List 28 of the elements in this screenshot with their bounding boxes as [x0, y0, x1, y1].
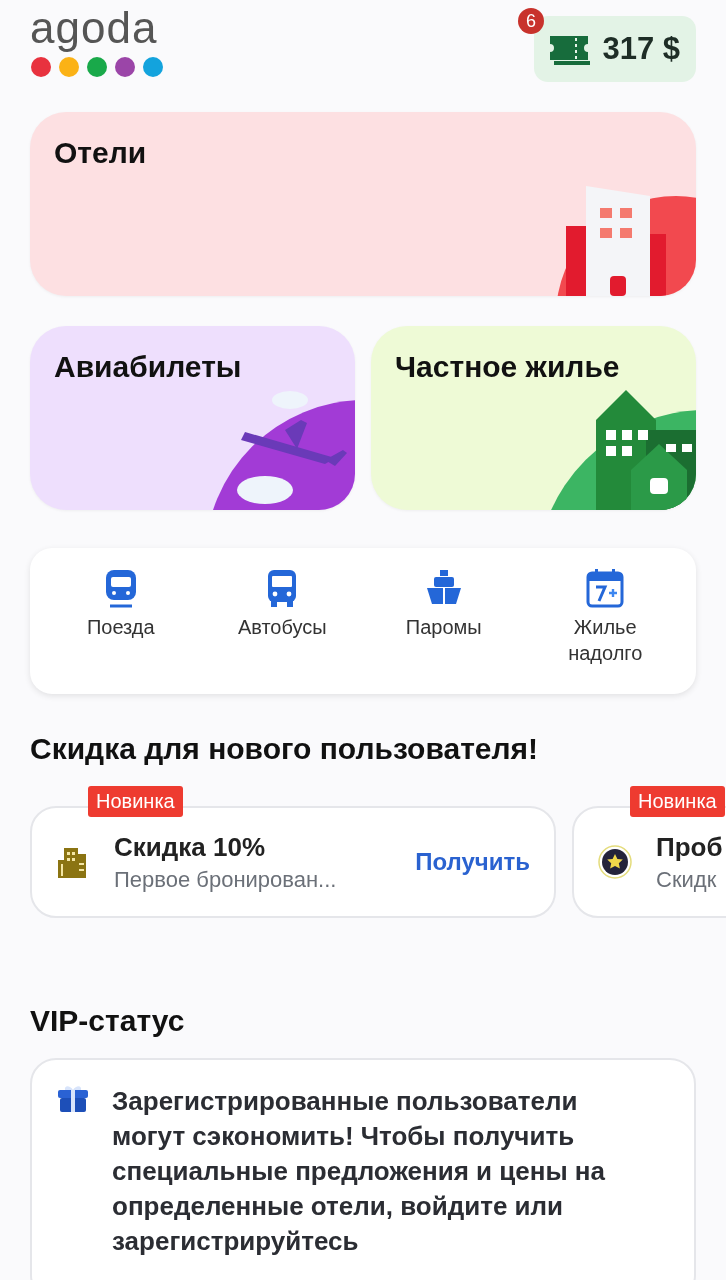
category-label: Авиабилеты	[54, 350, 242, 384]
transport-button[interactable]: Поезда	[50, 568, 191, 676]
star-medal-icon	[598, 845, 632, 879]
logo-text: agoda	[30, 6, 159, 50]
category-label: Частное жилье	[395, 350, 620, 384]
section-heading: VIP-статус	[30, 1004, 186, 1038]
train-icon	[103, 568, 138, 608]
get-button[interactable]: Получить	[415, 848, 530, 876]
new-badge: Новинка	[88, 786, 183, 817]
promo-subtitle: Первое бронирован...	[114, 866, 338, 893]
transport-button[interactable]: Жилье надолго	[535, 568, 676, 676]
new-badge: Новинка	[630, 786, 725, 817]
promo-subtitle: Скидк	[656, 866, 718, 893]
calendar-icon	[585, 568, 626, 608]
gift-icon	[56, 1084, 90, 1114]
wallet-button[interactable]: 317 $	[534, 16, 696, 82]
notification-badge: 6	[518, 8, 544, 34]
category-card[interactable]: Частное жилье	[371, 326, 696, 510]
section-heading: Скидка для нового пользователя!	[30, 732, 540, 766]
vip-message: Зарегистрированные пользователи могут сэкономить! Чтобы получить специальные предложения и цены на определенные отели, войдите или зарегистрируйтесь	[112, 1085, 606, 1258]
category-label: Отели	[54, 136, 147, 170]
promo-title: Проб	[656, 831, 724, 863]
transport-button[interactable]: Паромы	[373, 568, 514, 676]
category-card[interactable]: Авиабилеты	[30, 326, 355, 510]
promo-title: Скидка 10%	[114, 831, 266, 863]
category-card[interactable]: Отели	[30, 112, 696, 296]
logo-dots-icon	[30, 56, 164, 78]
transport-button[interactable]: Автобусы	[212, 568, 353, 676]
